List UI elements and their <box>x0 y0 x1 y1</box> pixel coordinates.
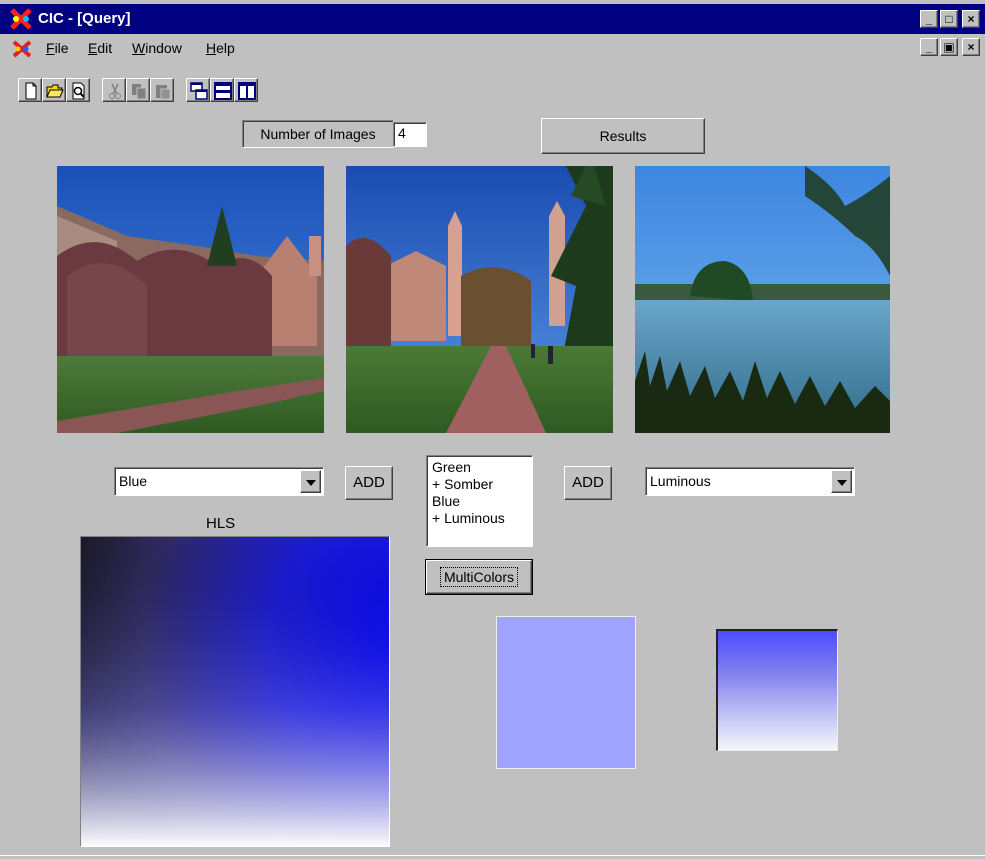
list-item[interactable]: + Somber <box>432 476 527 493</box>
print-preview-icon[interactable] <box>66 78 90 102</box>
window-frame-bottom <box>0 855 985 859</box>
child-close-button[interactable]: × <box>962 38 980 56</box>
new-file-icon[interactable] <box>18 78 42 102</box>
result-image-2[interactable] <box>346 166 613 433</box>
result-image-1[interactable] <box>57 166 324 433</box>
right-color-select[interactable]: Luminous <box>645 467 855 496</box>
multicolors-button[interactable]: MultiColors <box>425 559 533 595</box>
list-item[interactable]: + Luminous <box>432 510 527 527</box>
maximize-button[interactable]: □ <box>940 10 958 28</box>
cascade-icon[interactable] <box>186 78 210 102</box>
cut-icon[interactable] <box>102 78 126 102</box>
list-item[interactable]: Blue <box>432 493 527 510</box>
menu-help[interactable]: Help <box>206 40 235 56</box>
results-button[interactable]: Results <box>541 118 705 154</box>
menu-bar: File Edit Window Help _ ▣ × <box>0 36 985 60</box>
open-folder-icon[interactable] <box>42 78 66 102</box>
multicolors-label: MultiColors <box>439 567 518 587</box>
paste-icon[interactable] <box>150 78 174 102</box>
chevron-down-icon[interactable] <box>831 470 852 493</box>
tile-vertical-icon[interactable] <box>234 78 258 102</box>
window-title: CIC - [Query] <box>38 10 131 27</box>
add-left-button[interactable]: ADD <box>345 466 393 500</box>
close-button[interactable]: × <box>962 10 980 28</box>
child-minimize-button[interactable]: _ <box>920 38 938 56</box>
menu-file[interactable]: File <box>46 40 69 56</box>
hls-label: HLS <box>206 515 236 532</box>
color-swatch-primary <box>496 616 636 769</box>
tile-horizontal-icon[interactable] <box>210 78 234 102</box>
minimize-button[interactable]: _ <box>920 10 938 28</box>
menu-edit[interactable]: Edit <box>88 40 112 56</box>
add-right-button[interactable]: ADD <box>564 466 612 500</box>
copy-icon[interactable] <box>126 78 150 102</box>
document-icon <box>12 40 32 58</box>
list-item[interactable]: Green <box>432 459 527 476</box>
result-image-3[interactable] <box>635 166 890 433</box>
number-of-images-label: Number of Images <box>242 120 394 148</box>
hls-color-picker[interactable] <box>80 536 390 847</box>
chevron-down-icon[interactable] <box>300 470 321 493</box>
left-color-value: Blue <box>119 473 148 489</box>
right-color-value: Luminous <box>650 473 711 489</box>
color-list[interactable]: Green + Somber Blue + Luminous <box>426 455 533 547</box>
left-color-select[interactable]: Blue <box>114 467 324 496</box>
color-swatch-gradient <box>716 629 838 751</box>
title-bar[interactable]: CIC - [Query] _ □ × <box>0 4 985 34</box>
number-of-images-input[interactable]: 4 <box>393 122 427 147</box>
child-restore-button[interactable]: ▣ <box>940 38 958 56</box>
menu-window[interactable]: Window <box>132 40 182 56</box>
app-icon <box>10 8 32 30</box>
